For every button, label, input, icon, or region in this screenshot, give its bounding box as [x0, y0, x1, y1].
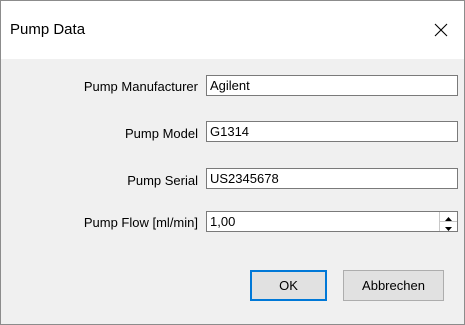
- close-button[interactable]: [418, 1, 464, 59]
- dialog-title: Pump Data: [10, 21, 86, 38]
- pump-flow-field[interactable]: [207, 212, 437, 231]
- spin-buttons: [439, 212, 457, 231]
- pump-flow-stepper: [206, 211, 458, 232]
- pump-manufacturer-label: Pump Manufacturer: [83, 79, 198, 94]
- pump-serial-field[interactable]: [206, 168, 458, 189]
- pump-model-label: Pump Model: [125, 126, 198, 141]
- pump-model-field[interactable]: [206, 121, 458, 142]
- pump-serial-label: Pump Serial: [127, 173, 198, 188]
- pump-flow-label: Pump Flow [ml/min]: [83, 215, 198, 230]
- close-icon: [434, 23, 448, 37]
- pump-manufacturer-field[interactable]: [206, 75, 458, 96]
- title-bar: Pump Data: [1, 1, 464, 59]
- pump-data-dialog: Pump Data Pump Manufacturer Pump Model P…: [0, 0, 465, 325]
- spin-down-button[interactable]: [440, 222, 457, 231]
- arrow-down-icon: [445, 218, 452, 236]
- cancel-button[interactable]: Abbrechen: [343, 270, 444, 301]
- ok-button[interactable]: OK: [250, 270, 327, 301]
